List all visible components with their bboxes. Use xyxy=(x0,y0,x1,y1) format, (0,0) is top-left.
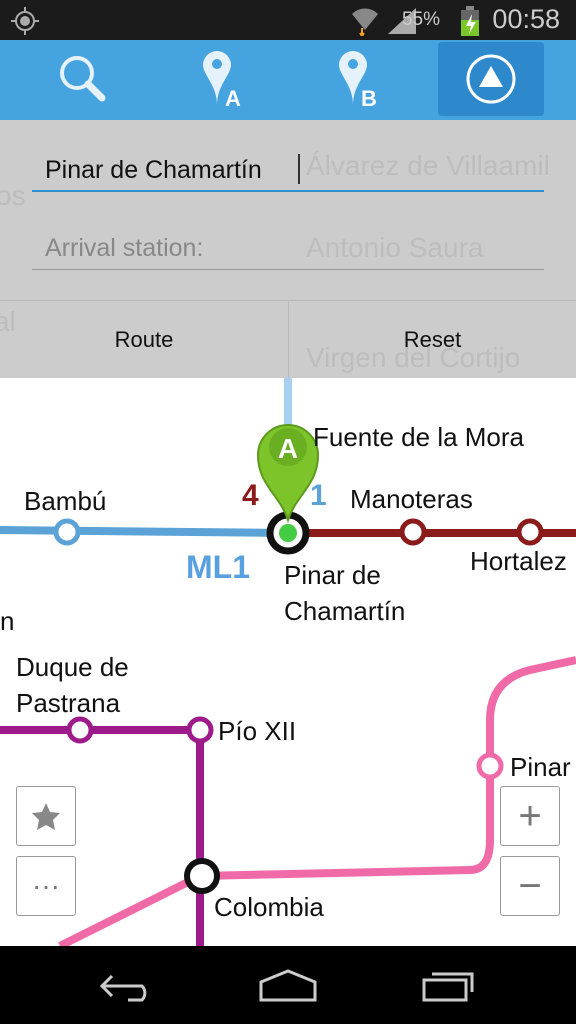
station-manoteras xyxy=(399,518,427,546)
star-icon xyxy=(32,803,60,830)
pin-a-marker: A xyxy=(256,424,320,524)
departure-station-input[interactable]: Pinar de Chamartín xyxy=(32,152,544,192)
map-label: Pastrana xyxy=(16,688,121,718)
route-button[interactable]: Route xyxy=(0,300,288,378)
map-label: Manoteras xyxy=(350,484,473,514)
map-label: Pinar xyxy=(510,752,571,782)
zoom-out-button[interactable]: − xyxy=(500,856,560,916)
wifi-icon xyxy=(352,8,378,36)
navigation-bar xyxy=(0,946,576,1024)
arrival-station-input[interactable]: Arrival station: xyxy=(32,230,544,270)
pin-a-button[interactable]: A xyxy=(170,42,276,116)
station-bambu xyxy=(53,518,81,546)
battery-percent: 55% xyxy=(401,9,440,30)
map-label: 4 xyxy=(242,479,259,512)
map-label: ML1 xyxy=(186,549,250,585)
zoom-in-button[interactable]: + xyxy=(500,786,560,846)
pin-a-icon: A xyxy=(203,51,241,109)
station-colombia xyxy=(184,858,220,894)
home-icon[interactable] xyxy=(258,968,318,1004)
navigate-button[interactable] xyxy=(438,42,544,116)
station-hortaleza xyxy=(516,518,544,546)
back-icon[interactable] xyxy=(98,968,158,1004)
station-pinar xyxy=(476,752,504,780)
ghost-label: os xyxy=(0,180,26,211)
toolbar: A B xyxy=(0,40,576,120)
map-label: Bambú xyxy=(24,486,106,516)
search-icon xyxy=(60,56,106,102)
favorite-button[interactable] xyxy=(16,786,76,846)
pin-b-button[interactable]: B xyxy=(306,42,412,116)
map-label: Pinar de xyxy=(284,560,381,590)
map-label: 1 xyxy=(310,479,327,512)
station-duque-de-pastrana xyxy=(66,716,94,744)
map-label: Fuente de la Mora xyxy=(313,422,525,452)
search-button[interactable] xyxy=(30,42,136,116)
gps-icon xyxy=(11,7,39,35)
map-label: Duque de xyxy=(16,652,129,682)
svg-text:A: A xyxy=(225,86,241,109)
route-panel: Álvarez de Villaamil Antonio Saura Virge… xyxy=(0,120,576,378)
map-label: Hortalez xyxy=(470,546,567,576)
reset-button[interactable]: Reset xyxy=(288,300,576,378)
map-label: A xyxy=(278,433,298,464)
svg-text:B: B xyxy=(361,86,377,109)
navigate-up-icon xyxy=(466,54,516,104)
map-label: Chamartín xyxy=(284,596,405,626)
battery-charging-icon xyxy=(461,6,479,36)
map-label: Pío XII xyxy=(218,716,296,746)
arrival-placeholder: Arrival station: xyxy=(45,234,204,262)
recent-apps-icon[interactable] xyxy=(420,968,480,1004)
more-button[interactable]: ··· xyxy=(16,856,76,916)
map-label: Colombia xyxy=(214,892,324,922)
station-pio-xii xyxy=(186,716,214,744)
departure-value: Pinar de Chamartín xyxy=(45,156,262,184)
map-label: n xyxy=(0,606,14,636)
status-bar: 55% 00:58 xyxy=(0,0,576,40)
pin-b-icon: B xyxy=(339,51,377,109)
clock: 00:58 xyxy=(492,4,560,34)
text-cursor xyxy=(298,154,300,184)
